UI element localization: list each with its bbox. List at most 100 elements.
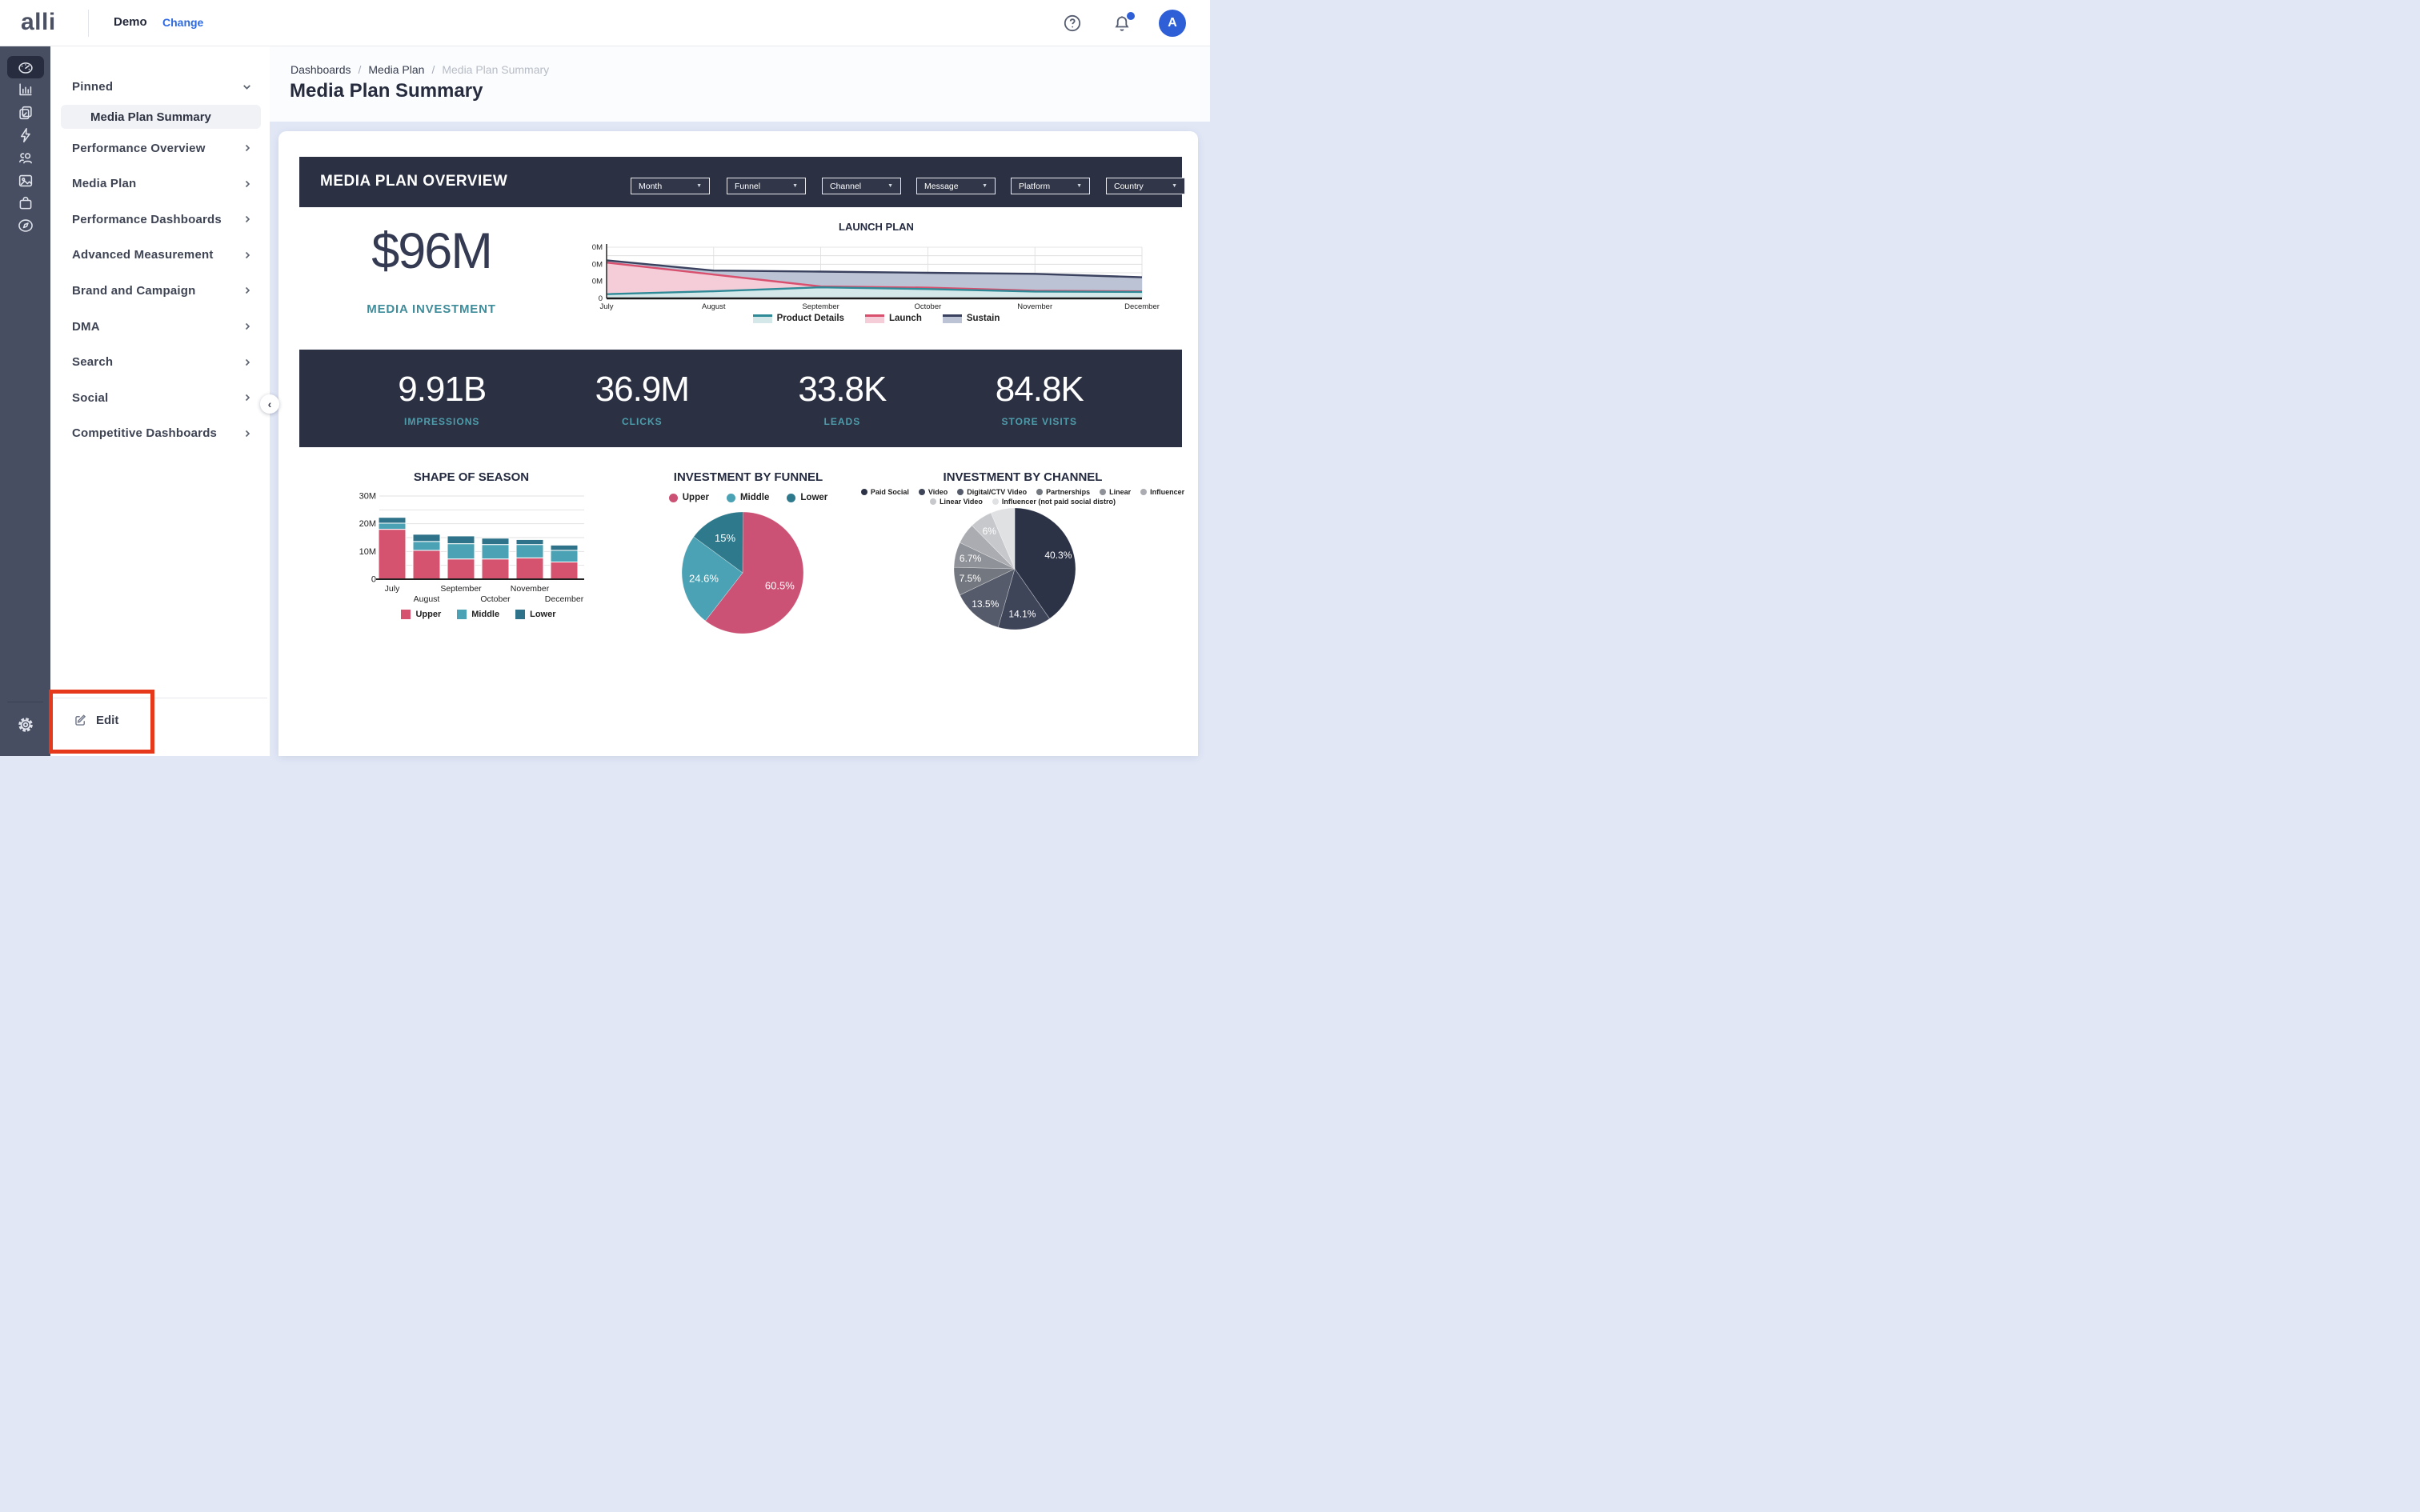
sidebar-item-label: Social (72, 391, 108, 405)
breadcrumb-separator: / (359, 63, 362, 76)
change-workspace-link[interactable]: Change (162, 16, 203, 29)
sidebar-item-label: Brand and Campaign (72, 284, 195, 298)
top-header: alli Demo Change A (0, 0, 1210, 46)
sidebar-item-pinned[interactable]: Pinned (50, 73, 270, 100)
rail-item-bar-chart-icon[interactable] (0, 78, 50, 101)
legend-dot (919, 489, 925, 495)
icon-rail (0, 46, 50, 756)
edit-label: Edit (96, 714, 118, 727)
kpi-label: LEADS (798, 416, 886, 427)
kpi-label: IMPRESSIONS (398, 416, 486, 427)
legend-item-upper: Upper (401, 610, 441, 619)
kpi-leads: 33.8KLEADS (798, 370, 886, 427)
notification-badge (1127, 12, 1135, 20)
sidebar-item-dma[interactable]: DMA (50, 313, 270, 340)
svg-text:December: December (545, 594, 584, 604)
edit-button[interactable]: Edit (73, 713, 118, 728)
svg-text:August: August (414, 594, 440, 604)
chevron-right-icon (242, 322, 252, 331)
legend-item-upper: Upper (669, 493, 709, 502)
rail-item-shopping-bag-icon[interactable] (0, 192, 50, 214)
header-divider (88, 10, 89, 37)
chevron-right-icon (242, 214, 252, 224)
pie-label: 24.6% (689, 572, 719, 584)
legend-item-middle: Middle (457, 610, 499, 619)
bar-lower-september (447, 536, 475, 544)
bar-middle-october (482, 545, 509, 559)
filter-label: Message (924, 182, 959, 191)
filter-month[interactable]: Month▼ (631, 178, 710, 194)
rail-item-lightning-icon[interactable] (0, 124, 50, 146)
legend-dot (1140, 489, 1147, 495)
rail-item-people-icon[interactable] (0, 146, 50, 169)
filter-channel[interactable]: Channel▼ (822, 178, 901, 194)
legend-dot (861, 489, 867, 495)
rail-item-dashboard-gauge-icon[interactable] (0, 56, 50, 78)
filter-label: Platform (1019, 182, 1050, 191)
sidebar-item-advanced-measurement[interactable]: Advanced Measurement (50, 242, 270, 269)
sidebar-item-label: Advanced Measurement (72, 248, 214, 262)
kpi-label: CLICKS (595, 416, 689, 427)
svg-text:December: December (1124, 302, 1160, 311)
sidebar-item-media-plan[interactable]: Media Plan (50, 170, 270, 198)
sidebar-item-search[interactable]: Search (50, 349, 270, 376)
sidebar-item-competitive-dashboards[interactable]: Competitive Dashboards (50, 420, 270, 447)
legend-item-video: Video (919, 488, 948, 496)
media-investment-value: $96M (299, 224, 563, 278)
filter-country[interactable]: Country▼ (1106, 178, 1185, 194)
legend-swatch (457, 610, 467, 619)
chevron-right-icon (242, 250, 252, 260)
legend-item-lower: Lower (787, 493, 827, 502)
sidebar-collapse-button[interactable]: ‹ (260, 394, 279, 414)
settings-gear-icon[interactable] (0, 714, 50, 736)
kpi-stats-bar: 9.91BIMPRESSIONS36.9MCLICKS33.8KLEADS84.… (299, 350, 1182, 447)
sidebar-item-performance-dashboards[interactable]: Performance Dashboards (50, 206, 270, 233)
sidebar-item-label: DMA (72, 320, 100, 334)
svg-text:10M: 10M (359, 547, 376, 557)
chevron-right-icon (242, 429, 252, 438)
sidebar-nav: Pinned Media Plan Summary Performance Ov… (50, 46, 270, 756)
pinned-label: Pinned (72, 80, 113, 94)
sidebar-item-performance-overview[interactable]: Performance Overview (50, 134, 270, 162)
chevron-right-icon (242, 286, 252, 295)
breadcrumb-separator: / (431, 63, 435, 76)
investment-by-funnel-pie: 60.5%24.6%15% (677, 507, 808, 638)
breadcrumb-dashboards[interactable]: Dashboards (290, 63, 351, 76)
sidebar-item-media-plan-summary[interactable]: Media Plan Summary (61, 105, 261, 129)
filter-platform[interactable]: Platform▼ (1011, 178, 1090, 194)
bar-upper-september (447, 559, 475, 579)
alli-logo: alli (21, 9, 56, 36)
svg-text:10M: 10M (592, 278, 603, 286)
pie-label: 6% (983, 526, 997, 537)
filter-message[interactable]: Message▼ (916, 178, 996, 194)
avatar[interactable]: A (1159, 10, 1186, 37)
dashboard-card: MEDIA PLAN OVERVIEW Month▼Funnel▼Channel… (278, 131, 1198, 756)
legend-item-influencer: Influencer (1140, 488, 1184, 496)
caret-down-icon: ▼ (887, 183, 893, 189)
svg-text:November: November (1017, 302, 1052, 311)
svg-text:July: July (385, 584, 400, 594)
help-icon[interactable] (1063, 14, 1082, 33)
chevron-right-icon (242, 393, 252, 402)
bar-middle-november (516, 545, 543, 558)
workspace-name: Demo (114, 15, 147, 29)
rail-item-clipboard-check-icon[interactable] (0, 102, 50, 124)
sidebar-item-brand-and-campaign[interactable]: Brand and Campaign (50, 277, 270, 304)
rail-item-image-icon[interactable] (0, 170, 50, 192)
bar-middle-july (379, 523, 406, 530)
launch-plan-chart: 010M20M30MJulyAugustSeptemberOctoberNove… (592, 235, 1160, 315)
legend-item-sustain: Sustain (943, 314, 1000, 323)
svg-text:20M: 20M (592, 260, 603, 269)
overview-title: MEDIA PLAN OVERVIEW (320, 173, 507, 190)
sidebar-item-social[interactable]: Social (50, 384, 270, 411)
svg-text:October: October (915, 302, 942, 311)
bar-lower-august (413, 534, 440, 542)
legend-swatch (515, 610, 525, 619)
rail-item-compass-icon[interactable] (0, 214, 50, 237)
filter-label: Funnel (735, 182, 760, 191)
overview-header-bar: MEDIA PLAN OVERVIEW Month▼Funnel▼Channel… (299, 157, 1182, 207)
filter-funnel[interactable]: Funnel▼ (727, 178, 806, 194)
media-investment-label: MEDIA INVESTMENT (299, 302, 563, 316)
legend-swatch (753, 314, 772, 323)
breadcrumb-media-plan[interactable]: Media Plan (368, 63, 424, 76)
